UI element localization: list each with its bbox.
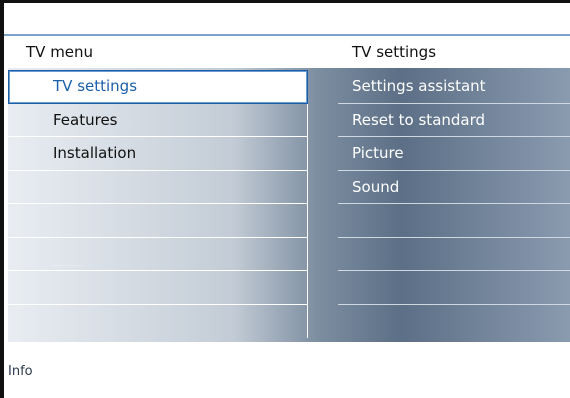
- screen-left-border: [0, 0, 4, 398]
- menu-item-empty: [8, 170, 308, 204]
- submenu-item-picture[interactable]: Picture: [338, 137, 570, 171]
- menu-item-empty: [8, 271, 308, 305]
- menu-item-features[interactable]: Features: [8, 103, 308, 137]
- menu-item-label: Installation: [53, 144, 137, 162]
- submenu-item-label: Settings assistant: [352, 77, 486, 95]
- submenu-item-sound[interactable]: Sound: [338, 171, 570, 204]
- menu-item-tv-settings[interactable]: TV settings: [8, 70, 308, 104]
- submenu-item-settings-assistant[interactable]: Settings assistant: [338, 70, 570, 104]
- submenu-title: TV settings: [352, 43, 437, 61]
- submenu-item-label: Reset to standard: [352, 110, 486, 129]
- menu-item-empty: [8, 204, 308, 238]
- menu-item-label: TV settings: [53, 77, 138, 95]
- submenu-list: Settings assistant Reset to standard Pic…: [338, 70, 570, 338]
- header-divider: [4, 34, 570, 36]
- placeholder-dash: [52, 265, 82, 266]
- screen-top-border: [0, 0, 570, 3]
- info-label: Info: [8, 364, 33, 379]
- submenu-item-label: Sound: [352, 177, 400, 196]
- menu-item-installation[interactable]: Installation: [8, 137, 308, 171]
- submenu-item-empty: [338, 271, 570, 305]
- submenu-item-empty: [338, 238, 570, 271]
- submenu-item-reset-to-standard[interactable]: Reset to standard: [338, 104, 570, 137]
- submenu-item-empty: [338, 204, 570, 238]
- submenu-item-label: Picture: [352, 144, 404, 162]
- main-menu-list: TV settings Features Installation: [8, 70, 308, 338]
- submenu-item-empty: [338, 305, 570, 339]
- tv-menu-title: TV menu: [26, 43, 94, 61]
- menu-item-label: Features: [53, 110, 118, 129]
- menu-item-empty: [8, 304, 308, 338]
